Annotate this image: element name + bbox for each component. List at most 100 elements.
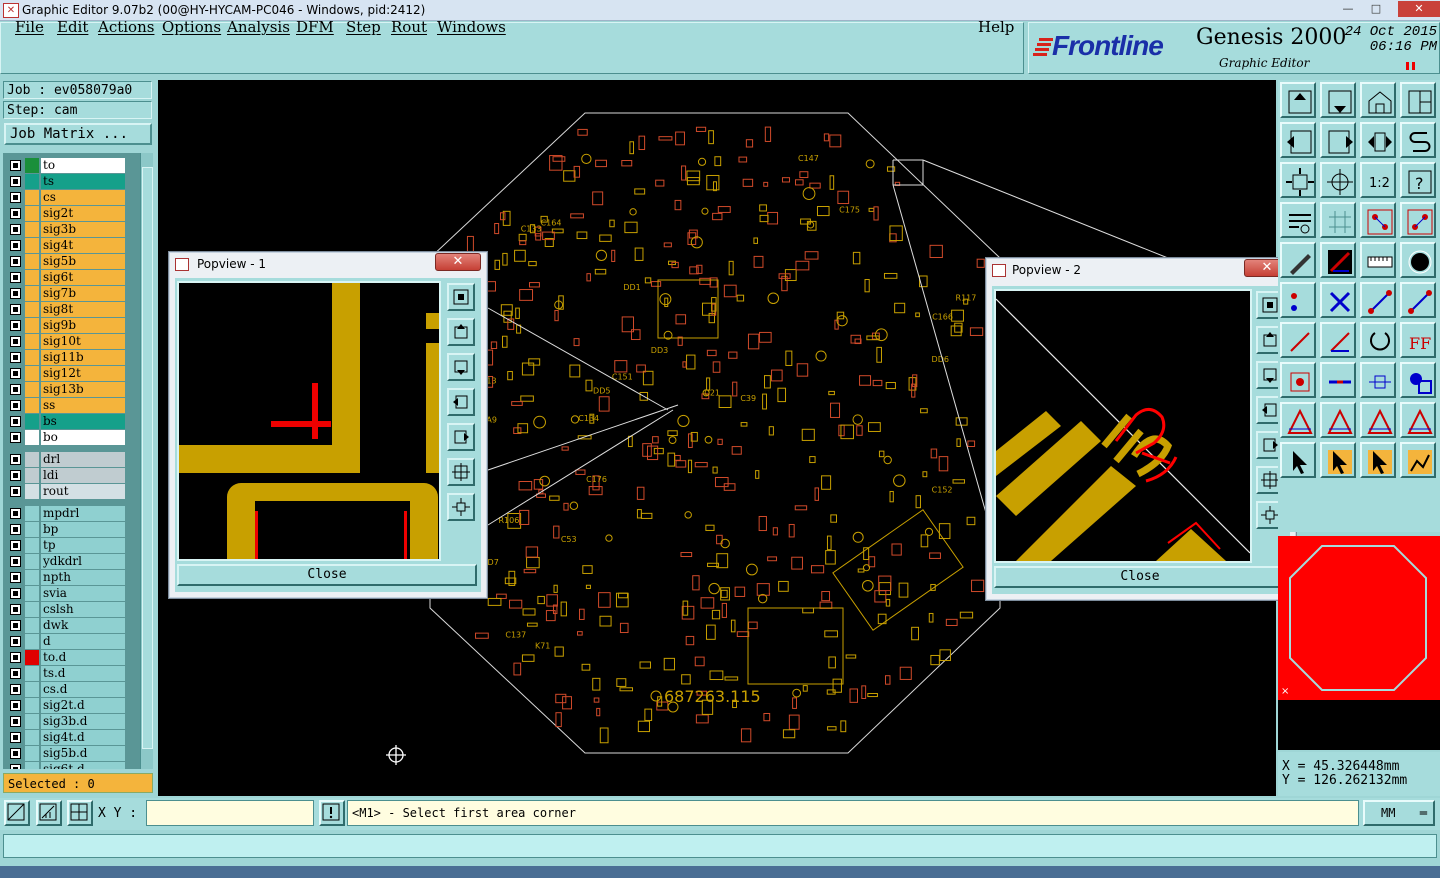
layer-color-swatch[interactable] xyxy=(25,698,39,713)
layer-checkbox[interactable] xyxy=(10,732,21,743)
layer-checkbox[interactable] xyxy=(10,636,21,647)
triangle2-icon[interactable] xyxy=(1320,402,1356,438)
layer-checkbox[interactable] xyxy=(10,684,21,695)
layer-color-swatch[interactable] xyxy=(25,634,39,649)
layer-name[interactable]: ts.d xyxy=(41,666,125,681)
layer-row-bs[interactable]: bs xyxy=(7,414,126,429)
layer-name[interactable]: to.d xyxy=(41,650,125,665)
pencil-icon[interactable] xyxy=(1280,242,1316,278)
layer-name[interactable]: sig3b xyxy=(41,222,125,237)
zoom-in-icon[interactable] xyxy=(1320,82,1356,118)
minimize-button[interactable]: — xyxy=(1336,1,1360,17)
layer-row-rout[interactable]: rout xyxy=(7,484,126,499)
layer-row-npth[interactable]: npth xyxy=(7,570,126,585)
layer-name[interactable]: sig9b xyxy=(41,318,125,333)
layer-checkbox[interactable] xyxy=(10,352,21,363)
menu-step[interactable]: Step xyxy=(346,18,381,36)
arc-red-icon[interactable] xyxy=(1280,322,1316,358)
layer-checkbox[interactable] xyxy=(10,192,21,203)
layer-row-bp[interactable]: bp xyxy=(7,522,126,537)
group-icon[interactable] xyxy=(1400,362,1436,398)
layer-color-swatch[interactable] xyxy=(25,174,39,189)
layer-checkbox[interactable] xyxy=(10,288,21,299)
layer-checkbox[interactable] xyxy=(10,432,21,443)
mirror-icon[interactable] xyxy=(1360,362,1396,398)
layer-color-swatch[interactable] xyxy=(25,762,39,769)
layer-name[interactable]: rout xyxy=(41,484,125,499)
layer-row-ts-d[interactable]: ts.d xyxy=(7,666,126,681)
layer-list-scrollbar[interactable] xyxy=(140,153,153,769)
layer-checkbox[interactable] xyxy=(10,486,21,497)
layer-name[interactable]: d xyxy=(41,634,125,649)
layer-name[interactable]: sig4t xyxy=(41,238,125,253)
pan-right-icon[interactable] xyxy=(1320,122,1356,158)
layer-checkbox[interactable] xyxy=(10,400,21,411)
menu-options[interactable]: Options xyxy=(162,18,221,36)
popview-1-view[interactable] xyxy=(177,281,441,561)
layer-checkbox[interactable] xyxy=(10,588,21,599)
triangle3-icon[interactable] xyxy=(1360,402,1396,438)
layer-checkbox[interactable] xyxy=(10,748,21,759)
layer-row-sig10t[interactable]: sig10t xyxy=(7,334,126,349)
layer-color-swatch[interactable] xyxy=(25,270,39,285)
layer-name[interactable]: bo xyxy=(41,430,125,445)
scrollbar-thumb[interactable] xyxy=(142,167,153,749)
layer-checkbox[interactable] xyxy=(10,160,21,171)
layer-name[interactable]: sig3b.d xyxy=(41,714,125,729)
popview-2-view[interactable] xyxy=(994,289,1252,563)
help-icon[interactable]: ? xyxy=(1400,162,1436,198)
layer-color-swatch[interactable] xyxy=(25,430,39,445)
close-window-button[interactable]: ✕ xyxy=(1398,1,1440,17)
exclamation-icon[interactable] xyxy=(319,800,345,826)
menu-analysis[interactable]: Analysis xyxy=(227,18,290,36)
popview-zoom-home-icon[interactable] xyxy=(447,283,475,311)
popview-2-close-button[interactable]: Close xyxy=(994,566,1286,588)
layer-name[interactable]: sig12t xyxy=(41,366,125,381)
window-icon[interactable] xyxy=(1400,82,1436,118)
layer-row-mpdrl[interactable]: mpdrl xyxy=(7,506,126,521)
layer-name[interactable]: sig2t.d xyxy=(41,698,125,713)
layer-name[interactable]: sig6t.d xyxy=(41,762,125,769)
line2-icon[interactable] xyxy=(1400,282,1436,318)
layer-checkbox[interactable] xyxy=(10,416,21,427)
layer-name[interactable]: mpdrl xyxy=(41,506,125,521)
layer-name[interactable]: sig5b xyxy=(41,254,125,269)
layer-color-swatch[interactable] xyxy=(25,484,39,499)
triangle-icon[interactable] xyxy=(1280,402,1316,438)
select-icon[interactable] xyxy=(1320,442,1356,478)
layer-checkbox[interactable] xyxy=(10,620,21,631)
layer-color-swatch[interactable] xyxy=(25,570,39,585)
cross-icon[interactable] xyxy=(1320,282,1356,318)
layer-row-ldi[interactable]: ldi xyxy=(7,468,126,483)
dot-icon[interactable] xyxy=(1400,242,1436,278)
layer-checkbox[interactable] xyxy=(10,454,21,465)
layer-color-swatch[interactable] xyxy=(25,650,39,665)
layer-color-swatch[interactable] xyxy=(25,254,39,269)
layer-row-sig9b[interactable]: sig9b xyxy=(7,318,126,333)
layer-name[interactable]: ts xyxy=(41,174,125,189)
layer-name[interactable]: sig13b xyxy=(41,382,125,397)
layer-checkbox[interactable] xyxy=(10,764,21,769)
layer-checkbox[interactable] xyxy=(10,176,21,187)
layer-row-ydkdrl[interactable]: ydkdrl xyxy=(7,554,126,569)
layer-row-drl[interactable]: drl xyxy=(7,452,126,467)
pause-icon[interactable] xyxy=(1406,62,1416,70)
layer-row-to[interactable]: to xyxy=(7,158,126,173)
popview-1-close-button[interactable]: Close xyxy=(177,564,477,586)
layer-checkbox[interactable] xyxy=(10,470,21,481)
layer-color-swatch[interactable] xyxy=(25,730,39,745)
layer-name[interactable]: ydkdrl xyxy=(41,554,125,569)
select2-icon[interactable] xyxy=(1360,442,1396,478)
layer-checkbox[interactable] xyxy=(10,224,21,235)
layer-checkbox[interactable] xyxy=(10,256,21,267)
color-icon[interactable] xyxy=(1320,242,1356,278)
popview-1-close-icon[interactable]: ✕ xyxy=(435,253,481,271)
layer-checkbox[interactable] xyxy=(10,524,21,535)
layer-row-cslsh[interactable]: cslsh xyxy=(7,602,126,617)
layer-color-swatch[interactable] xyxy=(25,302,39,317)
layer-checkbox[interactable] xyxy=(10,508,21,519)
layer-color-swatch[interactable] xyxy=(25,350,39,365)
layer-row-sig2t-d[interactable]: sig2t.d xyxy=(7,698,126,713)
layer-color-swatch[interactable] xyxy=(25,506,39,521)
layer-checkbox[interactable] xyxy=(10,368,21,379)
